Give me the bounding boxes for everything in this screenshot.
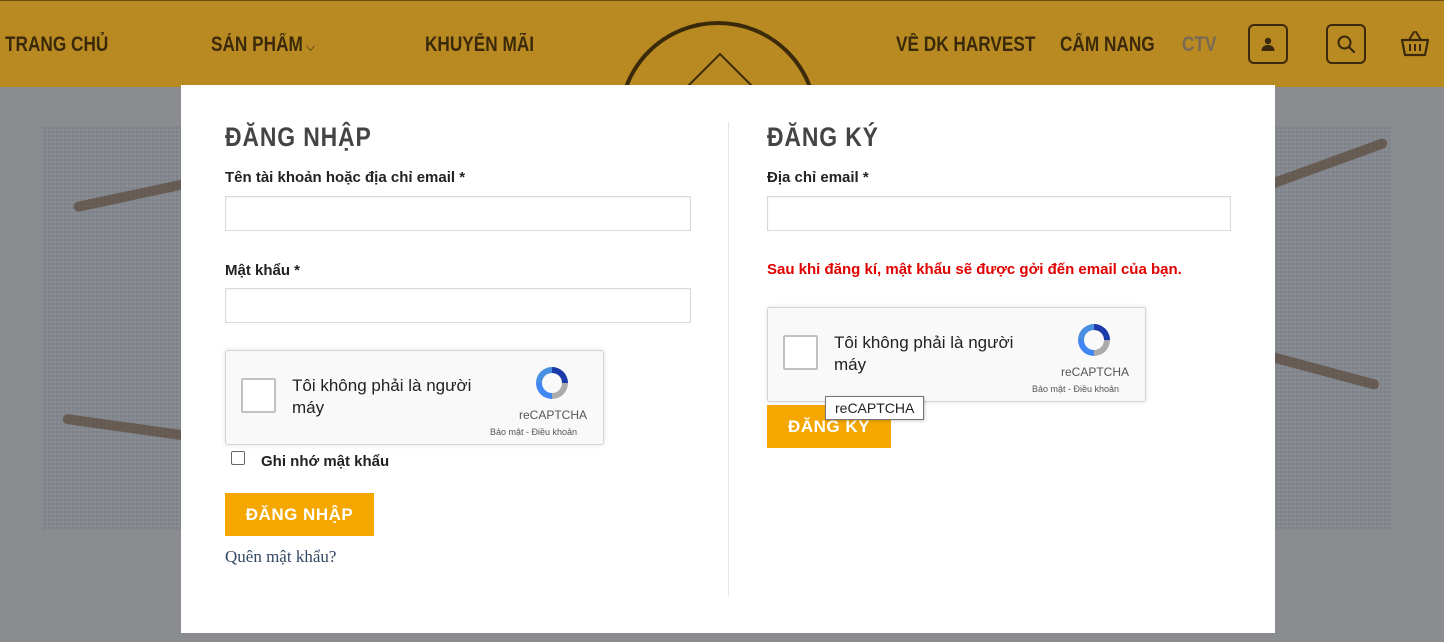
recaptcha-links: Bảo mật - Điều khoản bbox=[490, 427, 578, 437]
recaptcha-privacy-link[interactable]: Bảo mật bbox=[490, 427, 524, 437]
register-notice: Sau khi đăng kí, mật khẩu sẽ được gởi đế… bbox=[767, 261, 1182, 278]
nav-item-promotions[interactable]: KHUYẾN MÃI bbox=[425, 33, 534, 57]
chevron-down-icon: ⌵ bbox=[306, 38, 315, 54]
recaptcha-tooltip: reCAPTCHA bbox=[825, 396, 925, 420]
user-icon bbox=[1261, 37, 1275, 51]
recaptcha-logo-icon bbox=[536, 367, 568, 399]
recaptcha-terms-link[interactable]: Điều khoản bbox=[532, 427, 578, 437]
username-input[interactable] bbox=[225, 196, 691, 231]
account-modal: ĐĂNG NHẬP Tên tài khoản hoặc địa chỉ ema… bbox=[181, 85, 1275, 633]
register-heading: ĐĂNG KÝ bbox=[767, 122, 879, 152]
search-icon bbox=[1337, 35, 1356, 54]
recaptcha-logo-icon bbox=[1078, 324, 1110, 356]
cart-button[interactable] bbox=[1400, 29, 1430, 62]
login-recaptcha: Tôi không phải là người máy reCAPTCHA Bả… bbox=[225, 350, 604, 445]
forgot-password-link[interactable]: Quên mật khẩu? bbox=[225, 547, 336, 567]
recaptcha-label: Tôi không phải là người máy bbox=[292, 376, 472, 417]
nav-item-handbook[interactable]: CẨM NANG bbox=[1060, 33, 1155, 57]
recaptcha-brand: reCAPTCHA bbox=[1061, 365, 1130, 379]
nav-item-about[interactable]: VỀ DK HARVEST bbox=[896, 33, 1035, 57]
nav-item-home[interactable]: TRANG CHỦ bbox=[5, 33, 108, 57]
recaptcha-label: Tôi không phải là người máy bbox=[834, 333, 1014, 374]
recaptcha-terms-link[interactable]: Điều khoản bbox=[1074, 384, 1120, 394]
password-label: Mật khẩu * bbox=[225, 262, 301, 279]
site-header: TRANG CHỦ SẢN PHẨM ⌵ KHUYẾN MÃI VỀ DK HAR… bbox=[0, 0, 1444, 221]
login-button[interactable]: ĐĂNG NHẬP bbox=[225, 493, 374, 536]
recaptcha-links: Bảo mật - Điều khoản bbox=[1032, 384, 1120, 394]
nav-item-ctv[interactable]: CTV bbox=[1182, 33, 1216, 57]
email-label: Địa chỉ email * bbox=[767, 169, 869, 186]
recaptcha-checkbox[interactable] bbox=[241, 378, 276, 413]
nav-item-products[interactable]: SẢN PHẨM ⌵ bbox=[211, 33, 315, 57]
nav-item-products-label: SẢN PHẨM bbox=[211, 33, 303, 56]
recaptcha-brand: reCAPTCHA bbox=[519, 408, 588, 422]
recaptcha-checkbox[interactable] bbox=[783, 335, 818, 370]
username-label: Tên tài khoản hoặc địa chỉ email * bbox=[225, 169, 466, 186]
email-input[interactable] bbox=[767, 196, 1231, 231]
register-recaptcha: Tôi không phải là người máy reCAPTCHA Bả… bbox=[767, 307, 1146, 402]
account-button[interactable] bbox=[1248, 24, 1288, 64]
password-input[interactable] bbox=[225, 288, 691, 323]
recaptcha-privacy-link[interactable]: Bảo mật bbox=[1032, 384, 1066, 394]
remember-label: Ghi nhớ mật khẩu bbox=[261, 453, 390, 470]
basket-icon bbox=[1400, 31, 1430, 57]
remember-checkbox[interactable] bbox=[231, 451, 245, 465]
column-divider bbox=[728, 122, 729, 596]
search-button[interactable] bbox=[1326, 24, 1366, 64]
login-heading: ĐĂNG NHẬP bbox=[225, 122, 372, 152]
